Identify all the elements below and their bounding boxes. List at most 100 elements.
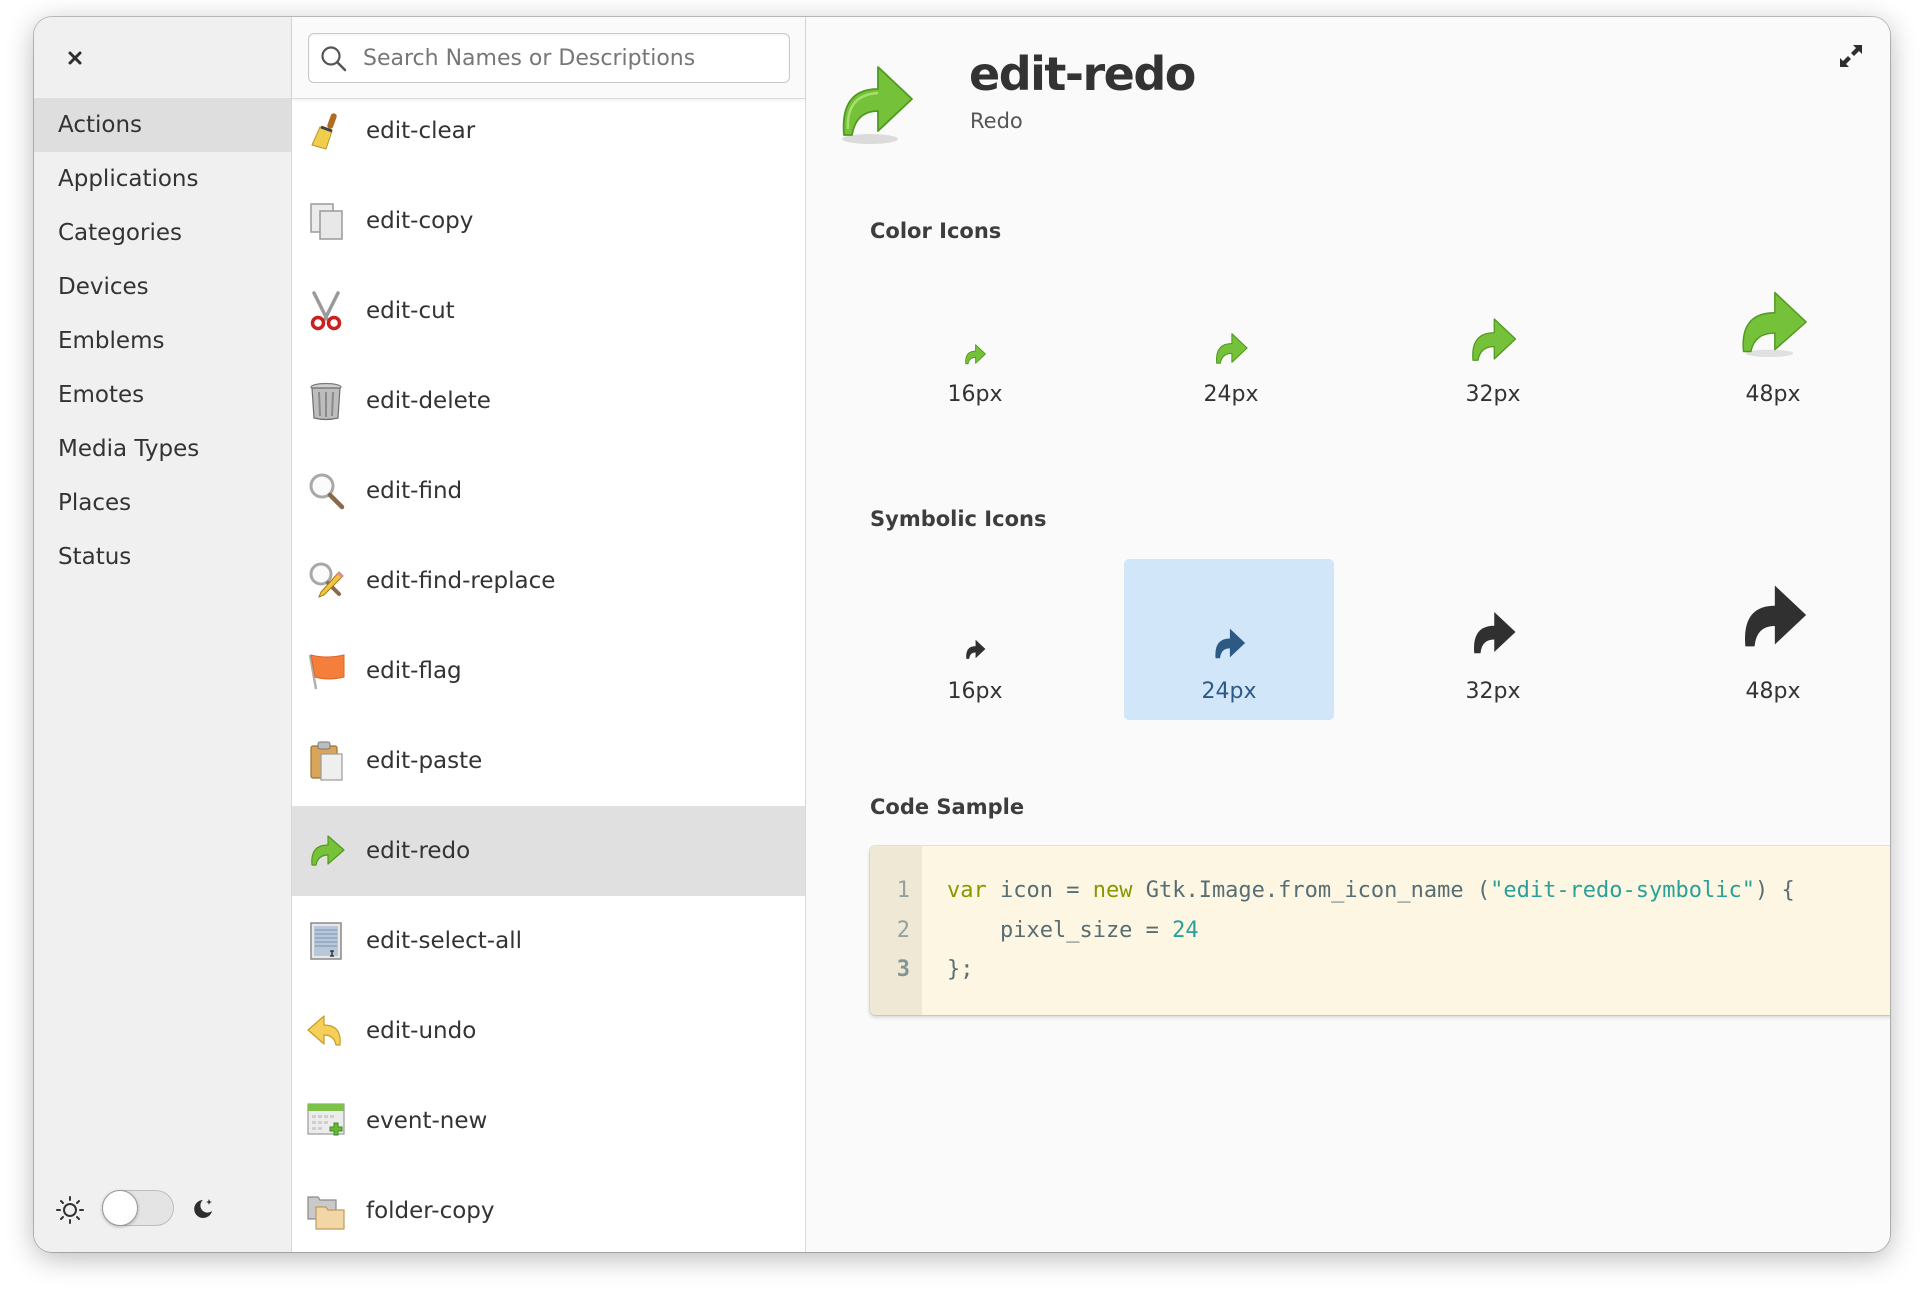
redo-arrow-icon	[965, 344, 986, 365]
toggle-knob	[102, 1190, 138, 1226]
list-item-label: edit-delete	[366, 388, 491, 414]
sidebar-item-applications[interactable]: Applications	[34, 152, 291, 206]
list-item-label: event-new	[366, 1108, 488, 1134]
icon-detail-pane: edit-redo Redo Color Icons 16px 24px 32p…	[806, 17, 1890, 1252]
sidebar-item-status[interactable]: Status	[34, 530, 291, 584]
category-list: Actions Applications Categories Devices …	[34, 98, 291, 584]
list-item-edit-undo[interactable]: edit-undo	[292, 986, 805, 1076]
list-item-edit-delete[interactable]: edit-delete	[292, 356, 805, 446]
close-button[interactable]	[61, 44, 89, 72]
code-text: pixel_size =	[947, 918, 1173, 943]
color-icon-grid: 16px 24px 32px 48px	[870, 258, 1870, 419]
size-label: 16px	[947, 382, 1003, 407]
keyword: var	[947, 878, 987, 903]
code-line-2: pixel_size = 24	[947, 918, 1199, 943]
icon-description: Redo	[970, 109, 1023, 133]
code-line-3: };	[947, 957, 974, 982]
magnifier-icon	[309, 473, 345, 510]
redo-arrow-icon	[842, 66, 913, 144]
color-icon-16[interactable]: 16px	[870, 258, 1080, 419]
size-label: 16px	[947, 679, 1003, 704]
sidebar-item-places[interactable]: Places	[34, 476, 291, 530]
app-window: Actions Applications Categories Devices …	[34, 17, 1890, 1252]
calendar-add-icon	[307, 1103, 345, 1136]
list-item-edit-cut[interactable]: edit-cut	[292, 266, 805, 356]
list-item-edit-clear[interactable]: edit-clear	[292, 86, 805, 176]
size-label: 24px	[1203, 382, 1259, 407]
scissors-icon	[310, 291, 342, 331]
broom-icon	[311, 113, 337, 150]
color-icon-24[interactable]: 24px	[1126, 258, 1336, 419]
code-text: };	[947, 957, 974, 982]
list-item-edit-redo[interactable]: edit-redo	[292, 806, 805, 896]
find-replace-icon	[309, 562, 344, 598]
list-item-label: edit-select-all	[366, 928, 522, 954]
list-item-edit-find-replace[interactable]: edit-find-replace	[292, 536, 805, 626]
code-text: icon =	[986, 878, 1093, 903]
list-item-folder-copy[interactable]: folder-copy	[292, 1166, 805, 1252]
size-label: 48px	[1745, 382, 1801, 407]
close-icon	[68, 51, 82, 65]
clipboard-icon	[310, 741, 343, 781]
symbolic-icon-32[interactable]: 32px	[1388, 559, 1598, 720]
dark-mode-toggle[interactable]	[102, 1190, 174, 1226]
trash-icon	[310, 382, 342, 421]
undo-arrow-icon	[307, 1015, 341, 1046]
list-item-edit-select-all[interactable]: edit-select-all	[292, 896, 805, 986]
list-item-label: edit-cut	[366, 298, 455, 324]
redo-arrow-icon	[1472, 318, 1517, 361]
flag-icon	[308, 654, 345, 690]
line-number-gutter: 1 2 3	[870, 846, 922, 1015]
code-line-1: var icon = new Gtk.Image.from_icon_name …	[947, 878, 1795, 903]
search-input[interactable]	[363, 34, 773, 82]
code-text: Gtk.Image.from_icon_name (	[1132, 878, 1491, 903]
code-sample-heading: Code Sample	[870, 795, 1025, 819]
sidebar-item-emblems[interactable]: Emblems	[34, 314, 291, 368]
sun-icon	[56, 1196, 84, 1224]
copy-icon	[310, 203, 343, 240]
redo-arrow-icon	[1474, 612, 1516, 654]
icon-list: edit-clear edit-copy edit-cut edit-delet…	[292, 86, 805, 1252]
code-sample[interactable]: 1 2 3 var icon = new Gtk.Image.from_icon…	[870, 846, 1890, 1015]
color-icons-heading: Color Icons	[870, 219, 1002, 243]
redo-arrow-icon	[1742, 291, 1807, 357]
code-text: ) {	[1755, 878, 1795, 903]
sidebar-item-devices[interactable]: Devices	[34, 260, 291, 314]
symbolic-icon-16[interactable]: 16px	[870, 559, 1080, 720]
sidebar-item-emotes[interactable]: Emotes	[34, 368, 291, 422]
size-label: 48px	[1745, 679, 1801, 704]
list-item-edit-paste[interactable]: edit-paste	[292, 716, 805, 806]
number-literal: 24	[1172, 918, 1199, 943]
search-icon	[321, 46, 347, 72]
sidebar-item-actions[interactable]: Actions	[34, 98, 291, 152]
string-literal: "edit-redo-symbolic"	[1490, 878, 1755, 903]
sidebar-item-media-types[interactable]: Media Types	[34, 422, 291, 476]
redo-arrow-icon	[966, 639, 986, 659]
list-item-label: edit-flag	[366, 658, 462, 684]
list-item-edit-copy[interactable]: edit-copy	[292, 176, 805, 266]
list-item-label: edit-paste	[366, 748, 483, 774]
expand-button[interactable]	[1838, 43, 1864, 73]
list-item-label: edit-clear	[366, 118, 476, 144]
color-icon-48[interactable]: 48px	[1668, 258, 1878, 419]
symbolic-icon-24[interactable]: 24px	[1124, 559, 1334, 720]
symbolic-icon-48[interactable]: 48px	[1668, 559, 1878, 720]
symbolic-icon-grid: 16px 24px 32px 48px	[870, 559, 1870, 720]
list-item-edit-flag[interactable]: edit-flag	[292, 626, 805, 716]
line-number: 3	[896, 957, 910, 982]
category-sidebar: Actions Applications Categories Devices …	[34, 17, 292, 1252]
line-number: 1	[896, 878, 910, 903]
theme-switcher	[34, 1187, 291, 1231]
sidebar-item-categories[interactable]: Categories	[34, 206, 291, 260]
list-item-label: edit-redo	[366, 838, 471, 864]
color-icon-32[interactable]: 32px	[1388, 258, 1598, 419]
redo-arrow-icon	[1745, 585, 1807, 647]
list-item-label: edit-find	[366, 478, 463, 504]
list-item-event-new[interactable]: event-new	[292, 1076, 805, 1166]
keyword: new	[1092, 878, 1133, 903]
moon-icon	[194, 1199, 212, 1218]
icon-list-pane: edit-clear edit-copy edit-cut edit-delet…	[292, 17, 806, 1252]
list-item-edit-find[interactable]: edit-find	[292, 446, 805, 536]
list-item-label: edit-copy	[366, 208, 474, 234]
search-box	[308, 33, 790, 83]
